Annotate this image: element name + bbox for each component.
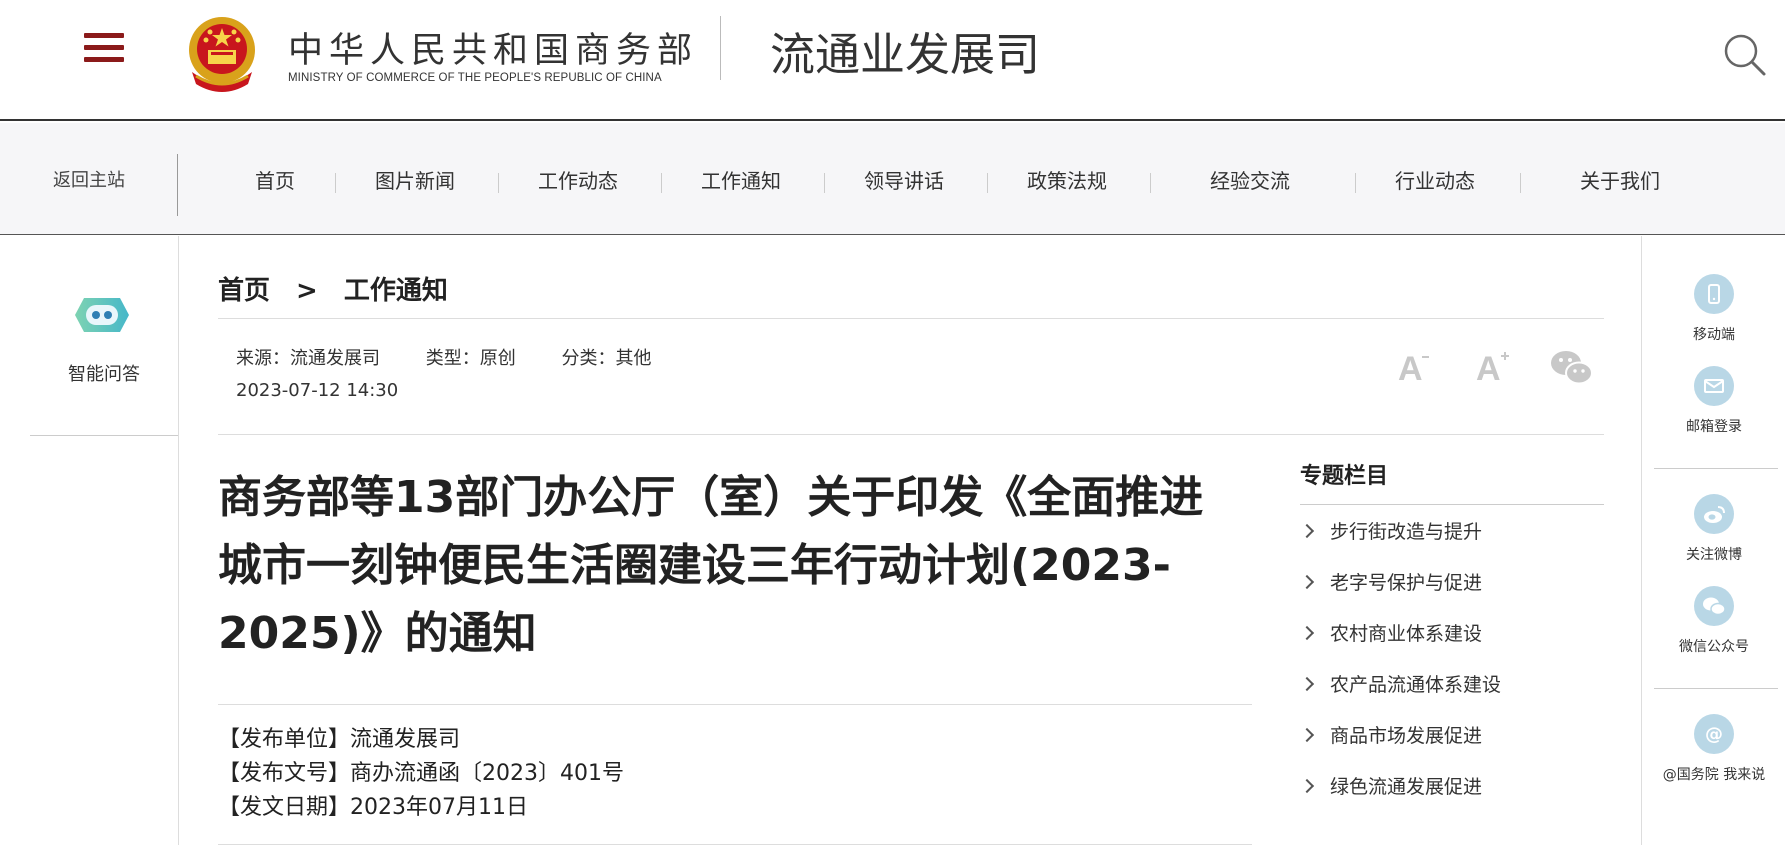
- article-info: 【发布单位】流通发展司 【发布文号】商办流通函〔2023〕401号 【发文日期】…: [218, 723, 624, 825]
- nav-item-work-notices[interactable]: 工作通知: [701, 123, 781, 235]
- nav-item-home[interactable]: 首页: [255, 123, 295, 235]
- nav-item-photo-news[interactable]: 图片新闻: [375, 123, 455, 235]
- meta-datetime: 2023-07-12 14:30: [236, 380, 399, 401]
- wechat-share-button[interactable]: [1550, 346, 1594, 390]
- ministry-name-cn: 中华人民共和国商务部: [288, 31, 699, 71]
- article-tools: A A: [1390, 346, 1594, 390]
- chevron-right-icon: [1299, 727, 1315, 742]
- breadcrumb-separator: >: [296, 276, 318, 306]
- article-publisher: 【发布单位】流通发展司: [218, 727, 461, 752]
- site-header: 中华人民共和国商务部 MINISTRY OF COMMERCE OF THE P…: [0, 0, 1785, 121]
- nav-separator: [661, 173, 662, 193]
- nav-item-policies[interactable]: 政策法规: [1027, 123, 1107, 235]
- topic-item[interactable]: 绿色流通发展促进: [1299, 760, 1604, 811]
- font-increase-icon: A: [1476, 350, 1509, 388]
- weibo-link[interactable]: 关注微博: [1652, 494, 1776, 564]
- search-icon[interactable]: [1722, 32, 1768, 78]
- smart-qa-label: 智能问答: [68, 364, 140, 385]
- weibo-icon: [1694, 494, 1734, 534]
- breadcrumb: 首页 > 工作通知: [218, 270, 448, 307]
- smart-qa-button[interactable]: 智能问答: [30, 236, 178, 436]
- font-decrease-icon: A: [1398, 350, 1429, 388]
- font-decrease-button[interactable]: A: [1390, 346, 1434, 390]
- nav-items: 首页 图片新闻 工作动态 工作通知 领导讲话 政策法规 经验交流 行业动态 关于…: [190, 123, 1710, 235]
- divider: [1654, 688, 1778, 689]
- mobile-icon: [1694, 274, 1734, 314]
- chevron-right-icon: [1299, 625, 1315, 640]
- nav-separator: [498, 173, 499, 193]
- divider: [218, 318, 1604, 319]
- mail-login-link[interactable]: 邮箱登录: [1652, 366, 1776, 436]
- mobile-link[interactable]: 移动端: [1652, 274, 1776, 344]
- topic-item[interactable]: 农产品流通体系建设: [1299, 658, 1604, 709]
- topic-item[interactable]: 商品市场发展促进: [1299, 709, 1604, 760]
- main-content: 首页 > 工作通知 来源：流通发展司 类型：原创 分类：其他 2023-07-12 …: [218, 236, 1604, 845]
- department-title: 流通业发展司: [770, 28, 1041, 81]
- article-title: 商务部等13部门办公厅（室）关于印发《全面推进城市一刻钟便民生活圈建设三年行动计…: [218, 472, 1204, 659]
- divider: [1654, 468, 1778, 469]
- article-meta: 来源：流通发展司 类型：原创 分类：其他: [236, 344, 691, 370]
- svg-text:A: A: [1398, 350, 1423, 388]
- svg-text:A: A: [1476, 350, 1501, 388]
- robot-icon: [75, 298, 129, 332]
- wechat-official-link[interactable]: 微信公众号: [1652, 586, 1776, 656]
- nav-item-leader-speeches[interactable]: 领导讲话: [864, 123, 944, 235]
- topic-column: 专题栏目 步行街改造与提升 老字号保护与促进 农村商业体系建设 农产品流通体系建…: [1299, 458, 1604, 811]
- chevron-right-icon: [1299, 523, 1315, 538]
- ministry-name-en: MINISTRY OF COMMERCE OF THE PEOPLE'S REP…: [288, 72, 662, 84]
- nav-divider: [177, 154, 178, 216]
- article-doc-number: 【发布文号】商办流通函〔2023〕401号: [218, 761, 624, 786]
- chevron-right-icon: [1299, 778, 1315, 793]
- topic-item[interactable]: 老字号保护与促进: [1299, 556, 1604, 607]
- chevron-right-icon: [1299, 574, 1315, 589]
- main-nav: 返回主站 首页 图片新闻 工作动态 工作通知 领导讲话 政策法规 经验交流 行业…: [0, 123, 1785, 235]
- meta-source: 来源：流通发展司: [236, 348, 380, 369]
- article-issue-date: 【发文日期】2023年07月11日: [218, 795, 528, 820]
- nav-item-experience[interactable]: 经验交流: [1210, 123, 1290, 235]
- breadcrumb-current-link[interactable]: 工作通知: [344, 276, 448, 306]
- nav-separator: [1355, 173, 1356, 193]
- left-sidebar: 智能问答: [0, 236, 179, 845]
- nav-separator: [1520, 173, 1521, 193]
- font-increase-button[interactable]: A: [1470, 346, 1514, 390]
- svg-text:@: @: [1705, 724, 1723, 745]
- wechat-icon: [1694, 586, 1734, 626]
- nav-separator: [824, 173, 825, 193]
- right-sidebar: 移动端 邮箱登录 关注微博 微信公众号 @ @国务院 我来说: [1641, 236, 1785, 845]
- header-divider: [720, 16, 721, 80]
- breadcrumb-home-link[interactable]: 首页: [218, 276, 270, 306]
- nav-item-industry-news[interactable]: 行业动态: [1395, 123, 1475, 235]
- national-emblem-icon: [189, 17, 255, 92]
- nav-separator: [987, 173, 988, 193]
- wechat-share-icon: [1551, 351, 1593, 385]
- hamburger-menu-icon[interactable]: [84, 33, 124, 67]
- divider: [218, 704, 1252, 705]
- nav-item-about-us[interactable]: 关于我们: [1580, 123, 1660, 235]
- meta-category: 分类：其他: [561, 348, 652, 369]
- mail-icon: [1694, 366, 1734, 406]
- chevron-right-icon: [1299, 676, 1315, 691]
- topic-item[interactable]: 农村商业体系建设: [1299, 607, 1604, 658]
- topic-column-title: 专题栏目: [1300, 458, 1604, 505]
- nav-separator: [335, 173, 336, 193]
- state-council-feedback-link[interactable]: @ @国务院 我来说: [1652, 714, 1776, 784]
- nav-separator: [1150, 173, 1151, 193]
- divider: [218, 434, 1604, 435]
- nav-item-work-updates[interactable]: 工作动态: [538, 123, 618, 235]
- back-to-main-site-link[interactable]: 返回主站: [0, 123, 178, 235]
- meta-type: 类型：原创: [425, 348, 516, 369]
- topic-item[interactable]: 步行街改造与提升: [1299, 505, 1604, 556]
- at-icon: @: [1694, 714, 1734, 754]
